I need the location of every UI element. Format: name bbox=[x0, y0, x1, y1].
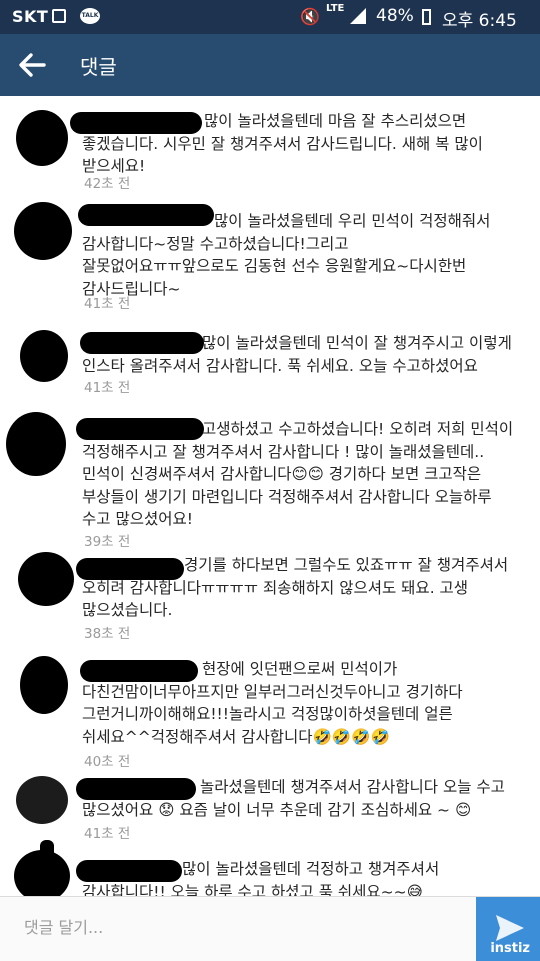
comment-time: 39초 전 bbox=[84, 534, 131, 550]
mute-icon: 🔇 bbox=[300, 7, 320, 26]
comment-time: 40초 전 bbox=[84, 754, 131, 770]
comment-text: 경기를 하다보면 그럴수도 있죠ㅠㅠ 잘 챙겨주셔서 오히려 감사합니다ㅠㅠㅠㅠ… bbox=[82, 556, 509, 619]
comment-time: 38초 전 bbox=[84, 626, 131, 642]
avatar[interactable] bbox=[20, 330, 68, 382]
comment-text: 많이 놀라셨을텐데 민석이 잘 챙겨주시고 이렇게 인스타 올려주셔서 감사합니… bbox=[82, 334, 512, 375]
signal-icon bbox=[350, 8, 366, 24]
gallery-notification-icon bbox=[52, 9, 66, 23]
app-bar: 댓글 bbox=[0, 34, 540, 96]
back-arrow-icon[interactable] bbox=[14, 47, 50, 83]
comment-time: 41초 전 bbox=[84, 380, 131, 396]
kakaotalk-notification-icon: TALK bbox=[80, 8, 100, 24]
page-title: 댓글 bbox=[80, 55, 117, 79]
avatar[interactable] bbox=[18, 552, 74, 606]
battery-percent: 48% bbox=[376, 6, 414, 26]
status-bar: SKT TALK 🔇 LTE 48% 오후 6:45 bbox=[0, 0, 540, 34]
send-icon bbox=[496, 915, 524, 941]
avatar[interactable] bbox=[16, 776, 68, 824]
carrier-label: SKT bbox=[12, 7, 49, 26]
avatar[interactable] bbox=[20, 656, 68, 714]
comment-text: 많이 놀라셨을텐데 우리 민석이 걱정해줘서 감사합니다~정말 수고하셨습니다!… bbox=[82, 212, 491, 298]
comment-list[interactable]: 많이 놀라셨을텐데 마음 잘 추스리셨으면 좋겠습니다. 시우민 잘 챙겨주셔서… bbox=[0, 96, 540, 896]
comment-text: 현장에 잇던팬으로써 민석이가 다친건맘이너무아프지만 일부러그러신것두아니고 … bbox=[82, 660, 463, 746]
avatar[interactable] bbox=[14, 202, 72, 260]
comment-text: 많이 놀라셨을텐데 걱정하고 챙겨주셔서 감사합니다!! 오늘 하루 수고 하셨… bbox=[82, 860, 440, 896]
send-button[interactable]: instiz bbox=[476, 897, 540, 961]
comment-input[interactable] bbox=[22, 917, 446, 938]
watermark-text: instiz bbox=[490, 941, 530, 956]
comment-text: 고생하셨고 수고하셨습니다! 오히려 저희 민석이 걱정해주시고 잘 챙겨주셔서… bbox=[82, 420, 514, 528]
comment-text: 많이 놀라셨을텐데 마음 잘 추스리셨으면 좋겠습니다. 시우민 잘 챙겨주셔서… bbox=[82, 112, 483, 175]
lte-icon: LTE bbox=[326, 3, 345, 14]
comment-time: 41초 전 bbox=[84, 296, 131, 312]
comment-text: 놀라셨을텐데 챙겨주셔서 감사합니다 오늘 수고 많으셨어요 😟 요즘 날이 너… bbox=[82, 778, 505, 819]
battery-icon bbox=[422, 9, 431, 25]
comment-time: 42초 전 bbox=[84, 176, 131, 192]
avatar-thumb-shape bbox=[40, 840, 54, 860]
avatar[interactable] bbox=[16, 110, 68, 166]
clock: 오후 6:45 bbox=[442, 11, 517, 31]
comment-input-bar: instiz bbox=[0, 896, 540, 961]
comment-time: 41초 전 bbox=[84, 826, 131, 842]
avatar[interactable] bbox=[6, 412, 66, 476]
